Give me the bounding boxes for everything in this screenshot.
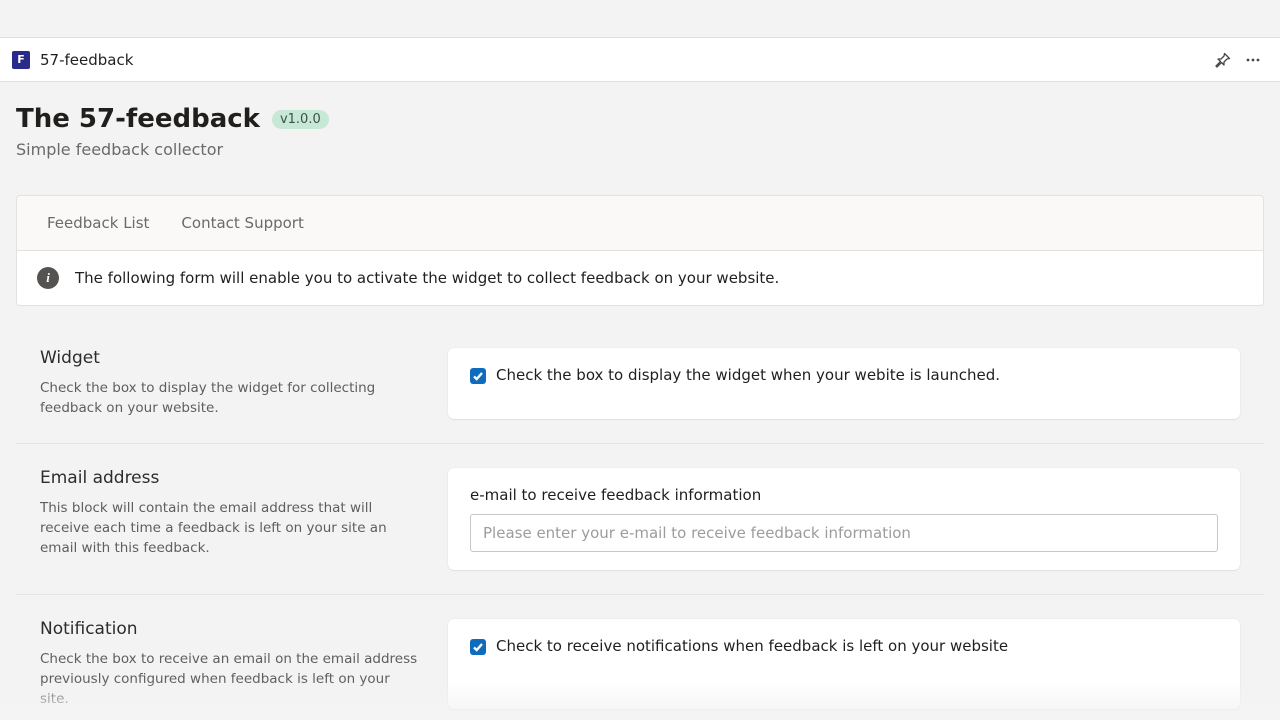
section-widget: Widget Check the box to display the widg… <box>16 324 1264 444</box>
page-header: The 57-feedback v1.0.0 Simple feedback c… <box>0 82 1280 167</box>
section-title: Widget <box>40 348 420 368</box>
email-field[interactable] <box>470 514 1218 552</box>
more-icon <box>1245 52 1261 68</box>
more-button[interactable] <box>1238 45 1268 75</box>
section-email: Email address This block will contain th… <box>16 444 1264 595</box>
page-subtitle: Simple feedback collector <box>16 140 1264 159</box>
check-icon <box>472 641 484 653</box>
tab-feedback-list[interactable]: Feedback List <box>31 196 165 250</box>
email-field-label: e-mail to receive feedback information <box>470 486 1218 504</box>
widget-checkbox[interactable] <box>470 368 486 384</box>
content-scroll[interactable]: The 57-feedback v1.0.0 Simple feedback c… <box>0 82 1280 720</box>
settings-list: Widget Check the box to display the widg… <box>16 324 1264 720</box>
notification-card: Check to receive notifications when feed… <box>448 619 1240 710</box>
section-desc: Check the box to display the widget for … <box>40 378 420 419</box>
notification-checkbox[interactable] <box>470 639 486 655</box>
info-icon: i <box>37 267 59 289</box>
email-card: e-mail to receive feedback information <box>448 468 1240 570</box>
pin-icon <box>1215 52 1231 68</box>
info-banner: i The following form will enable you to … <box>16 251 1264 306</box>
section-desc: This block will contain the email addres… <box>40 498 420 559</box>
pin-button[interactable] <box>1208 45 1238 75</box>
tabs: Feedback List Contact Support <box>16 195 1264 251</box>
page-title: The 57-feedback <box>16 104 260 134</box>
section-title: Notification <box>40 619 420 639</box>
notification-checkbox-row[interactable]: Check to receive notifications when feed… <box>470 637 1218 655</box>
window-chrome-space <box>0 0 1280 37</box>
version-badge: v1.0.0 <box>272 110 329 129</box>
section-notification: Notification Check the box to receive an… <box>16 595 1264 720</box>
widget-checkbox-label: Check the box to display the widget when… <box>496 366 1000 384</box>
breadcrumb[interactable]: 57-feedback <box>40 51 133 69</box>
widget-card: Check the box to display the widget when… <box>448 348 1240 419</box>
check-icon <box>472 370 484 382</box>
breadcrumb-bar: F 57-feedback <box>0 37 1280 82</box>
app-icon: F <box>12 51 30 69</box>
info-text: The following form will enable you to ac… <box>75 269 779 287</box>
section-desc: Check the box to receive an email on the… <box>40 649 420 710</box>
notification-checkbox-label: Check to receive notifications when feed… <box>496 637 1008 655</box>
widget-checkbox-row[interactable]: Check the box to display the widget when… <box>470 366 1218 384</box>
tab-contact-support[interactable]: Contact Support <box>165 196 319 250</box>
section-title: Email address <box>40 468 420 488</box>
